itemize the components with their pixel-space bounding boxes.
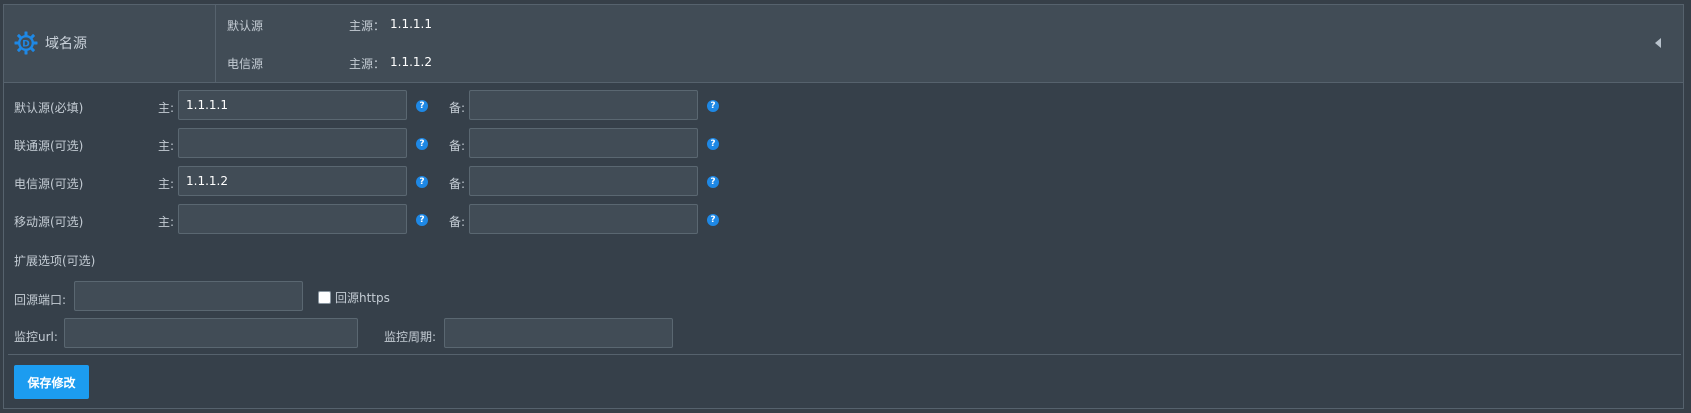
source-label: 联通源(可选) [14,139,84,153]
help-icon[interactable]: ? [416,176,428,188]
mobile-main-input[interactable] [178,204,407,234]
help-icon[interactable]: ? [416,100,428,112]
unicom-main-input[interactable] [178,128,407,158]
source-row-telecom: 电信源(可选) 主: ? 备: ? [4,166,1683,198]
panel-header[interactable]: D 域名源 默认源 主源： 1.1.1.1 电信源 主源： 1.1.1.2 [4,5,1683,83]
main-label: 主: [158,101,175,115]
domain-source-panel: D 域名源 默认源 主源： 1.1.1.1 电信源 主源： 1.1.1.2 默认… [3,4,1684,409]
save-button[interactable]: 保存修改 [14,365,89,399]
help-icon[interactable]: ? [707,100,719,112]
default-backup-input[interactable] [469,90,698,120]
help-icon[interactable]: ? [707,214,719,226]
origin-https-label: 回源https [335,291,390,305]
origin-port-input[interactable] [74,281,303,311]
source-label: 电信源(可选) [14,177,84,191]
main-label: 主: [158,215,175,229]
help-icon[interactable]: ? [416,138,428,150]
help-icon[interactable]: ? [707,176,719,188]
summary-name: 电信源 [227,57,264,71]
origin-port-label: 回源端口: [14,293,67,307]
source-row-default: 默认源(必填) 主: ? 备: ? [4,90,1683,122]
extended-options-title: 扩展选项(可选) [14,254,96,268]
svg-text:D: D [22,40,29,50]
gear-d-icon: D [14,31,38,55]
help-icon[interactable]: ? [416,214,428,226]
summary-key: 主源： [349,57,386,71]
source-label: 移动源(可选) [14,215,84,229]
monitor-cycle-label: 监控周期: [384,330,437,344]
panel-title-text: 域名源 [45,36,87,52]
main-label: 主: [158,177,175,191]
backup-label: 备: [449,101,466,115]
header-divider [215,5,216,82]
source-label: 默认源(必填) [14,101,84,115]
summary-name: 默认源 [227,19,264,33]
monitor-url-label: 监控url: [14,330,58,344]
summary-value: 1.1.1.2 [390,55,432,69]
backup-label: 备: [449,215,466,229]
monitor-cycle-input[interactable] [444,318,673,348]
backup-label: 备: [449,177,466,191]
telecom-main-input[interactable] [178,166,407,196]
help-icon[interactable]: ? [707,138,719,150]
summary-value: 1.1.1.1 [390,17,432,31]
backup-label: 备: [449,139,466,153]
unicom-backup-input[interactable] [469,128,698,158]
default-main-input[interactable] [178,90,407,120]
divider [8,354,1681,355]
main-label: 主: [158,139,175,153]
origin-https-checkbox[interactable]: 回源https [318,289,390,306]
summary-key: 主源： [349,19,386,33]
panel-title: D 域名源 [14,31,87,55]
telecom-backup-input[interactable] [469,166,698,196]
source-row-unicom: 联通源(可选) 主: ? 备: ? [4,128,1683,160]
collapse-arrow-icon[interactable] [1655,38,1661,48]
checkbox-box[interactable] [318,291,331,304]
monitor-url-input[interactable] [64,318,358,348]
mobile-backup-input[interactable] [469,204,698,234]
source-row-mobile: 移动源(可选) 主: ? 备: ? [4,204,1683,236]
